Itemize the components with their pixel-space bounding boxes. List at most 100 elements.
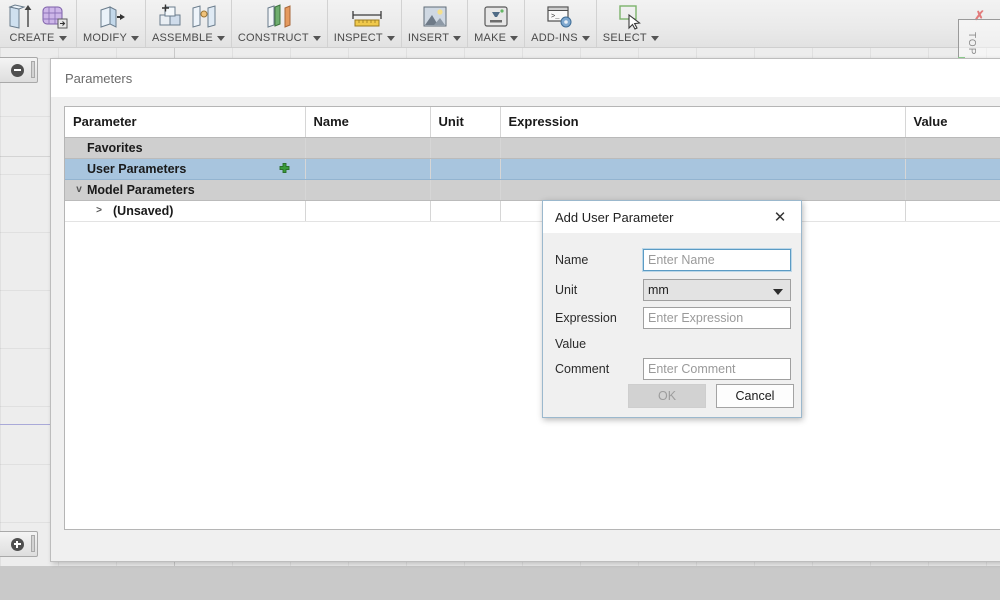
row-parameter-cell[interactable]: v Model Parameters	[65, 179, 306, 201]
scripts-addins-icon[interactable]: >_	[545, 3, 575, 31]
row-name-cell[interactable]	[305, 179, 431, 201]
new-component-icon[interactable]	[156, 3, 186, 31]
cancel-button[interactable]: Cancel	[716, 384, 794, 408]
field-row-unit: Unit mm	[543, 277, 801, 303]
table-row[interactable]: Favorites	[65, 137, 1000, 159]
toolbar-group-assemble[interactable]: ASSEMBLE	[144, 0, 231, 47]
view-cube[interactable]: ✗ TOP	[954, 9, 1000, 65]
comment-input[interactable]: Enter Comment	[643, 358, 791, 380]
row-value-cell[interactable]	[905, 158, 1000, 180]
chevron-down-icon	[650, 35, 659, 41]
table-row[interactable]: v Model Parameters	[65, 179, 1000, 201]
toolbar-group-inspect-label[interactable]: INSPECT	[334, 32, 395, 47]
twisty-icon[interactable]	[73, 142, 85, 154]
toolbar-group-create-label[interactable]: CREATE	[9, 32, 67, 47]
row-unit-cell[interactable]	[430, 179, 501, 201]
row-label: Model Parameters	[87, 182, 195, 197]
field-label-value: Value	[555, 337, 587, 351]
panel-title-bar: Parameters	[51, 59, 1000, 97]
select-cursor-icon[interactable]	[616, 3, 646, 31]
toolbar-group-make[interactable]: MAKE	[467, 0, 524, 47]
row-name-cell[interactable]	[305, 137, 431, 159]
toolbar-label-text: ASSEMBLE	[151, 32, 213, 44]
close-icon[interactable]: ✕	[767, 205, 793, 229]
toolbar-label-text: MODIFY	[83, 32, 127, 44]
toolbar-group-select-label[interactable]: SELECT	[603, 32, 659, 47]
row-expression-cell[interactable]	[500, 179, 906, 201]
parameters-panel: Parameters Parameter Name Unit Expressio…	[50, 58, 1000, 562]
name-input[interactable]: Enter Name	[642, 248, 792, 272]
extrude-icon[interactable]	[6, 3, 36, 31]
toolbar-group-assemble-label[interactable]: ASSEMBLE	[152, 32, 225, 47]
chevron-down-icon[interactable]: v	[73, 184, 85, 196]
parameters-table: Parameter Name Unit Expression Value Fav…	[65, 107, 1000, 222]
column-header-value[interactable]: Value	[905, 107, 1000, 138]
toolbar-label-text: SELECT	[602, 32, 647, 44]
chevron-down-icon	[216, 35, 225, 41]
chevron-down-icon	[312, 35, 321, 41]
press-pull-icon[interactable]	[96, 3, 126, 31]
chevron-down-icon	[130, 35, 139, 41]
parameters-table-container[interactable]: Parameter Name Unit Expression Value Fav…	[64, 106, 1000, 530]
offset-plane-icon[interactable]	[264, 3, 294, 31]
row-parameter-cell[interactable]: Favorites	[65, 137, 306, 159]
row-value-cell[interactable]	[905, 200, 1000, 222]
dialog-button-row: OK Cancel	[0, 384, 1000, 408]
toolbar-group-modify-label[interactable]: MODIFY	[83, 32, 139, 47]
row-name-cell[interactable]	[305, 200, 431, 222]
column-header-name[interactable]: Name	[305, 107, 431, 138]
unit-select[interactable]: mm	[643, 279, 791, 301]
field-label-expression: Expression	[555, 311, 617, 325]
insert-image-icon[interactable]	[420, 3, 450, 31]
row-name-cell[interactable]	[305, 158, 431, 180]
row-value-cell[interactable]	[905, 137, 1000, 159]
chevron-right-icon[interactable]: >	[93, 205, 105, 217]
measure-icon[interactable]	[349, 3, 382, 31]
joint-icon[interactable]	[190, 3, 220, 31]
unit-select-value: mm	[648, 283, 669, 297]
toolbar-label-text: CREATE	[9, 32, 55, 44]
column-header-expression[interactable]: Expression	[500, 107, 906, 138]
toolbar-group-inspect[interactable]: INSPECT	[326, 0, 401, 47]
page-title: Parameters	[65, 70, 133, 86]
toolbar-group-select[interactable]: SELECT	[595, 0, 665, 47]
browser-collapse-button[interactable]	[0, 57, 38, 83]
table-row[interactable]: > (Unsaved)	[65, 200, 1000, 222]
toolbar-group-construct[interactable]: CONSTRUCT	[230, 0, 327, 47]
row-label: User Parameters	[87, 161, 187, 176]
row-expression-cell[interactable]	[500, 137, 906, 159]
toolbar-group-addins[interactable]: >_ ADD-INS	[524, 0, 596, 47]
mesh-create-icon[interactable]	[40, 3, 70, 31]
row-value-cell[interactable]	[905, 179, 1000, 201]
toolbar-group-make-label[interactable]: MAKE	[474, 32, 519, 47]
expression-input[interactable]: Enter Expression	[643, 307, 791, 329]
row-unit-cell[interactable]	[430, 137, 501, 159]
row-unit-cell[interactable]	[430, 158, 501, 180]
drag-grip[interactable]	[31, 535, 35, 552]
row-expression-cell[interactable]	[500, 158, 906, 180]
chevron-down-icon	[386, 35, 395, 41]
toolbar-group-modify[interactable]: MODIFY	[76, 0, 145, 47]
row-parameter-cell[interactable]: User Parameters	[65, 158, 306, 180]
twisty-icon[interactable]	[73, 163, 85, 175]
toolbar-group-addins-label[interactable]: ADD-INS	[531, 32, 590, 47]
row-parameter-cell[interactable]: > (Unsaved)	[65, 200, 306, 222]
column-header-unit[interactable]: Unit	[430, 107, 501, 138]
toolbar-group-create[interactable]: CREATE	[0, 0, 76, 47]
toolbar-group-insert-label[interactable]: INSERT	[408, 32, 462, 47]
minus-circle-icon	[10, 63, 24, 77]
field-label-comment: Comment	[555, 362, 610, 376]
table-row[interactable]: User Parameters	[65, 158, 1000, 180]
drag-grip[interactable]	[31, 61, 35, 78]
toolbar-group-construct-label[interactable]: CONSTRUCT	[238, 32, 321, 47]
column-header-parameter[interactable]: Parameter	[65, 107, 306, 138]
3d-print-icon[interactable]	[481, 3, 511, 31]
browser-expand-button[interactable]	[0, 531, 38, 557]
axis-line	[0, 424, 52, 425]
field-row-name: Name Enter Name	[543, 247, 801, 273]
ok-button[interactable]: OK	[628, 384, 706, 408]
toolbar-group-insert[interactable]: INSERT	[400, 0, 467, 47]
add-user-parameter-icon[interactable]	[278, 162, 291, 175]
row-unit-cell[interactable]	[430, 200, 501, 222]
table-header-row: Parameter Name Unit Expression Value	[65, 107, 1000, 138]
